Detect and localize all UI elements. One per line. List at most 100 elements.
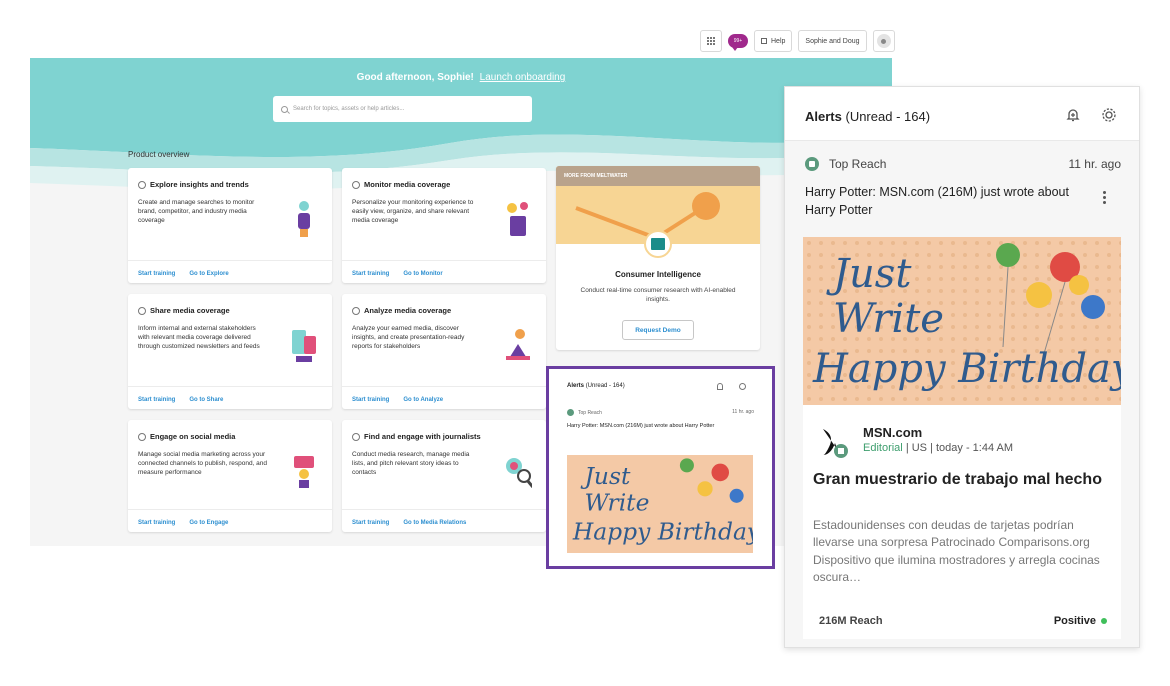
search-icon <box>281 105 288 113</box>
card-desc: Manage social media marketing across you… <box>138 451 268 477</box>
chat-icon[interactable]: 99+ <box>728 34 748 51</box>
share-icon <box>138 306 146 315</box>
top-bar: 99+ Help Sophie and Doug <box>700 30 895 52</box>
article-snippet: Estadounidenses con deudas de tarjetas p… <box>813 518 1100 585</box>
publisher-row: MSN.com Editorial | US | today - 1:44 AM <box>819 425 1013 459</box>
request-demo-button[interactable]: Request Demo <box>622 320 694 340</box>
card-monitor[interactable]: Monitor media coverage Personalize your … <box>342 168 546 283</box>
positive-dot-icon <box>1101 618 1107 624</box>
mini-cake-image: Just Write Happy Birthday <box>567 455 753 553</box>
card-share[interactable]: Share media coverage Inform internal and… <box>128 294 332 409</box>
alert-source: Top Reach <box>805 157 886 171</box>
mini-alerts-title: Alerts (Unread - 164) <box>567 383 625 389</box>
analyze-illustration-icon <box>506 329 530 360</box>
promo-card: MORE FROM MELTWATER Consumer Intelligenc… <box>556 166 760 350</box>
bell-add-icon[interactable] <box>1065 107 1081 123</box>
search-input[interactable]: Search for topics, assets or help articl… <box>273 96 532 122</box>
go-to-engage-link[interactable]: Go to Engage <box>189 520 228 526</box>
share-illustration-icon <box>292 330 316 362</box>
alerts-preview[interactable]: Alerts (Unread - 164) Top Reach 11 hr. a… <box>561 375 760 553</box>
cake-line-1: Just <box>826 251 912 297</box>
alert-headline[interactable]: Harry Potter: MSN.com (216M) just wrote … <box>805 183 1095 219</box>
go-to-share-link[interactable]: Go to Share <box>189 397 223 403</box>
top-reach-icon <box>805 157 819 171</box>
card-desc: Conduct media research, manage media lis… <box>352 451 470 477</box>
alerts-title: Alerts (Unread - 164) <box>805 109 931 124</box>
promo-title: Consumer Intelligence <box>615 270 701 279</box>
start-training-link[interactable]: Start training <box>352 271 389 277</box>
mini-headline: Harry Potter: MSN.com (216M) just wrote … <box>567 423 715 429</box>
compass-icon <box>138 180 146 189</box>
explore-illustration-icon <box>298 201 310 237</box>
greeting-text: Good afternoon, Sophie! <box>356 72 474 83</box>
mini-gear-icon[interactable] <box>739 383 746 390</box>
chat-badge: 99+ <box>733 38 743 44</box>
card-engage[interactable]: Engage on social media Manage social med… <box>128 420 332 532</box>
help-button[interactable]: Help <box>754 30 793 52</box>
msn-logo-icon <box>819 425 853 459</box>
publisher-name[interactable]: MSN.com <box>863 425 1013 440</box>
product-overview-label: Product overview <box>128 150 190 159</box>
avatar <box>876 34 891 48</box>
publisher-meta: Editorial | US | today - 1:44 AM <box>863 442 1014 454</box>
start-training-link[interactable]: Start training <box>138 271 175 277</box>
start-training-link[interactable]: Start training <box>352 397 389 403</box>
user-label: Sophie and Doug <box>805 37 860 45</box>
consumer-intel-icon <box>644 230 672 258</box>
alert-source-label: Top Reach <box>829 157 887 171</box>
promo-header: MORE FROM MELTWATER <box>556 166 760 186</box>
card-analyze[interactable]: Analyze media coverage Analyze your earn… <box>342 294 546 409</box>
screenshot-stage: 99+ Help Sophie and Doug Good afternoon,… <box>0 0 1170 686</box>
gear-icon[interactable] <box>1101 107 1117 123</box>
svg-text:Happy Birthday: Happy Birthday <box>572 518 753 546</box>
go-to-monitor-link[interactable]: Go to Monitor <box>403 271 442 277</box>
article-image: Just Write Happy Birthday <box>803 237 1121 405</box>
mini-time: 11 hr. ago <box>732 409 754 415</box>
start-training-link[interactable]: Start training <box>138 397 175 403</box>
promo-desc: Conduct real-time consumer research with… <box>580 287 736 304</box>
article-title[interactable]: Gran muestrario de trabajo mal hecho <box>813 469 1109 491</box>
start-training-link[interactable]: Start training <box>138 520 175 526</box>
user-menu-button[interactable]: Sophie and Doug <box>798 30 867 52</box>
svg-text:Write: Write <box>585 488 650 516</box>
card-title: Analyze media coverage <box>352 306 451 315</box>
cake-image: Just Write Happy Birthday <box>567 455 753 553</box>
alerts-body: Top Reach 11 hr. ago Harry Potter: MSN.c… <box>785 141 1139 647</box>
card-explore[interactable]: Explore insights and trends Create and m… <box>128 168 332 283</box>
card-title: Monitor media coverage <box>352 180 450 189</box>
mini-source-icon <box>567 409 574 416</box>
start-training-link[interactable]: Start training <box>352 520 389 526</box>
journalist-illustration-icon <box>506 458 532 489</box>
kebab-menu-icon[interactable] <box>1103 191 1107 204</box>
cake-line-2: Write <box>833 296 944 342</box>
card-desc: Analyze your earned media, discover insi… <box>352 325 465 351</box>
alert-article-card[interactable]: Just Write Happy Birthday MSN.com Editor… <box>803 237 1121 639</box>
cake-image: Just Write Happy Birthday <box>803 237 1121 405</box>
mini-source: Top Reach <box>567 409 602 416</box>
go-to-explore-link[interactable]: Go to Explore <box>189 271 228 277</box>
people-icon <box>352 432 360 441</box>
card-journalists[interactable]: Find and engage with journalists Conduct… <box>342 420 546 532</box>
grid-icon <box>707 37 715 45</box>
card-title: Share media coverage <box>138 306 230 315</box>
card-desc: Inform internal and external stakeholder… <box>138 325 260 351</box>
alerts-header: Alerts (Unread - 164) <box>785 87 1139 141</box>
launch-onboarding-link[interactable]: Launch onboarding <box>480 72 566 83</box>
svg-text:Just: Just <box>581 462 631 490</box>
cake-line-3: Happy Birthday <box>812 346 1121 392</box>
apps-button[interactable] <box>700 30 722 52</box>
greeting: Good afternoon, Sophie! Launch onboardin… <box>30 72 892 83</box>
engage-illustration-icon <box>294 456 314 488</box>
alert-time: 11 hr. ago <box>1068 157 1122 171</box>
mini-bell-icon[interactable] <box>717 383 723 390</box>
alerts-panel: Alerts (Unread - 164) Top Reach 11 hr. a… <box>784 86 1140 648</box>
help-label: Help <box>771 37 786 45</box>
card-title: Explore insights and trends <box>138 180 249 189</box>
card-title: Engage on social media <box>138 432 235 441</box>
go-to-analyze-link[interactable]: Go to Analyze <box>403 397 443 403</box>
monitor-illustration-icon <box>507 202 528 236</box>
card-desc: Create and manage searches to monitor br… <box>138 199 255 225</box>
go-to-media-relations-link[interactable]: Go to Media Relations <box>403 520 466 526</box>
chat-bubble-icon <box>138 432 146 441</box>
avatar-button[interactable] <box>872 30 895 52</box>
